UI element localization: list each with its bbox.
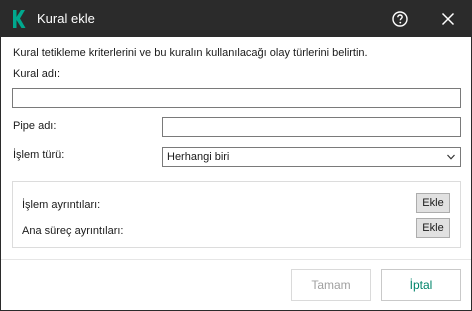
ok-button[interactable]: Tamam bbox=[291, 269, 371, 301]
kaspersky-logo-icon bbox=[13, 10, 26, 28]
close-icon[interactable] bbox=[438, 9, 458, 29]
title-bar: Kural ekle bbox=[1, 1, 471, 37]
dialog-title: Kural ekle bbox=[37, 11, 95, 26]
pipe-name-label: Pipe adı: bbox=[13, 120, 57, 132]
operation-details-label: İşlem ayrıntıları: bbox=[22, 199, 101, 211]
pipe-name-input[interactable] bbox=[162, 117, 461, 137]
dialog-description: Kural tetikleme kriterlerini ve bu kural… bbox=[13, 47, 368, 59]
add-parent-process-details-button[interactable]: Ekle bbox=[416, 218, 450, 238]
footer-divider bbox=[1, 259, 471, 260]
add-rule-dialog: Kural ekle Kural tetikleme kriterlerini … bbox=[0, 0, 472, 311]
cancel-button[interactable]: İptal bbox=[381, 269, 461, 301]
operation-type-select[interactable]: Herhangi biri bbox=[162, 147, 461, 167]
parent-process-details-label: Ana süreç ayrıntıları: bbox=[22, 225, 124, 237]
rule-name-label: Kural adı: bbox=[13, 68, 61, 80]
operation-type-selected-value: Herhangi biri bbox=[167, 151, 230, 163]
details-group: İşlem ayrıntıları: Ekle Ana süreç ayrınt… bbox=[12, 181, 461, 248]
help-icon[interactable] bbox=[390, 9, 410, 29]
add-operation-details-button[interactable]: Ekle bbox=[416, 193, 450, 213]
operation-type-label: İşlem türü: bbox=[13, 149, 65, 161]
chevron-down-icon bbox=[447, 154, 455, 160]
rule-name-input[interactable] bbox=[12, 88, 461, 108]
